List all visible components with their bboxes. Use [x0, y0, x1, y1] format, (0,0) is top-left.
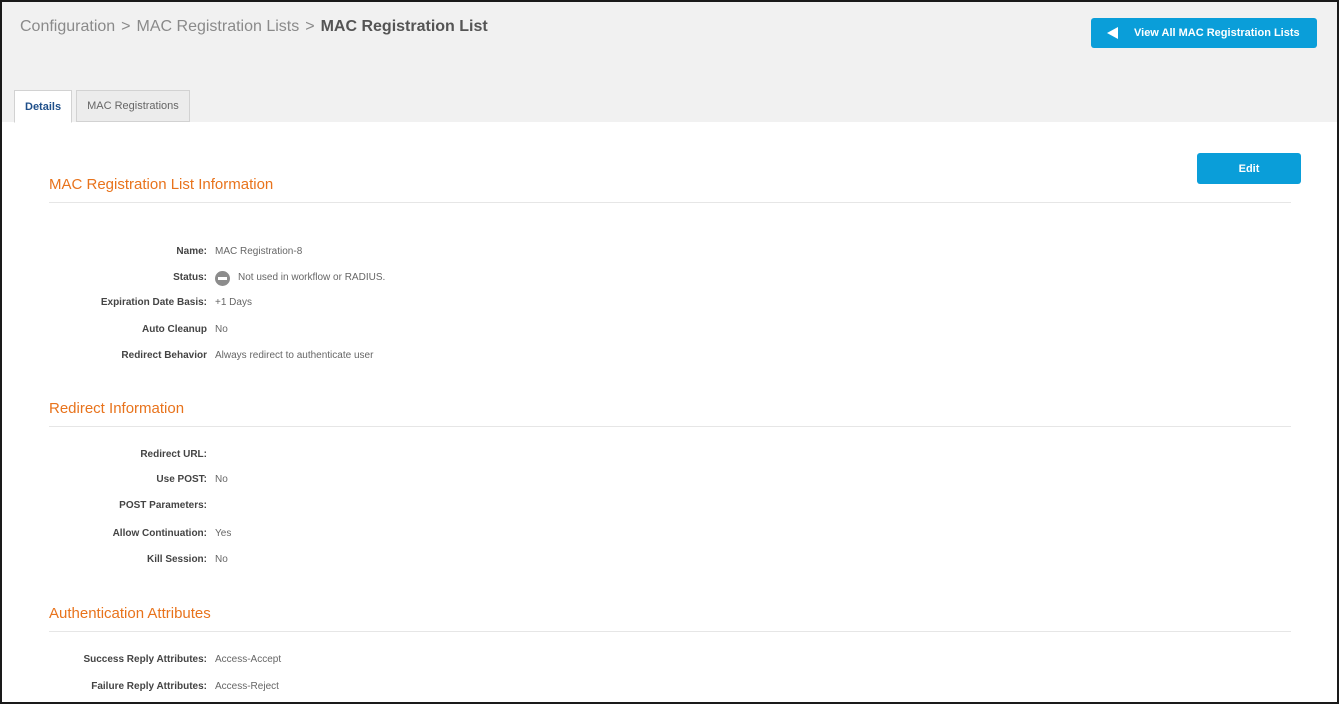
tab-bar: Details MAC Registrations — [14, 90, 194, 123]
field-value: MAC Registration-8 — [215, 246, 303, 257]
field-value: Yes — [215, 528, 232, 539]
field-row-auto-cleanup: Auto Cleanup No — [2, 322, 702, 338]
field-label: Expiration Date Basis: — [100, 297, 207, 308]
field-value: Access-Accept — [215, 654, 282, 665]
field-row-kill-session: Kill Session: No — [2, 552, 702, 568]
section-divider — [49, 631, 1291, 632]
breadcrumb-current: MAC Registration List — [320, 18, 488, 35]
view-all-mac-registration-lists-button[interactable]: View All MAC Registration Lists — [1091, 18, 1317, 48]
field-row-name: Name: MAC Registration-8 — [2, 244, 702, 260]
field-label: Status: — [173, 272, 207, 283]
field-label: Redirect URL: — [140, 449, 207, 460]
field-row-post-parameters: POST Parameters: — [2, 498, 702, 514]
arrow-left-icon — [1107, 27, 1118, 39]
section-title-authentication-attributes: Authentication Attributes — [49, 605, 211, 622]
field-value: No — [215, 474, 228, 485]
field-value: Always redirect to authenticate user — [215, 350, 374, 361]
field-label: Auto Cleanup — [142, 324, 207, 335]
field-row-status: Status: Not used in workflow or RADIUS. — [2, 270, 702, 286]
field-label: Kill Session: — [146, 554, 207, 565]
page-header: Configuration > MAC Registration Lists > MAC… — [2, 2, 1337, 123]
field-row-expiration-date-basis: Expiration Date Basis: +1 Days — [2, 295, 702, 311]
field-row-redirect-behavior: Redirect Behavior Always redirect to aut… — [2, 348, 702, 364]
field-label: Name: — [176, 246, 207, 257]
status-text: Not used in workflow or RADIUS. — [238, 272, 386, 283]
field-value-status: Not used in workflow or RADIUS. — [215, 270, 385, 286]
field-row-success-reply-attributes: Success Reply Attributes: Access-Accept — [2, 652, 702, 668]
field-label: Success Reply Attributes: — [83, 654, 207, 665]
app-frame: Configuration > MAC Registration Lists > MAC… — [0, 0, 1339, 704]
field-row-failure-reply-attributes: Failure Reply Attributes: Access-Reject — [2, 679, 702, 695]
view-all-button-label: View All MAC Registration Lists — [1134, 27, 1300, 39]
field-label: Use POST: — [156, 474, 207, 485]
breadcrumb: Configuration > MAC Registration Lists > MAC… — [20, 18, 488, 36]
minus-circle-icon — [215, 270, 230, 286]
breadcrumb-item-mac-registration-lists[interactable]: MAC Registration Lists — [137, 18, 300, 35]
section-divider — [49, 202, 1291, 203]
tab-details[interactable]: Details — [14, 90, 73, 123]
field-row-use-post: Use POST: No — [2, 472, 702, 488]
field-label: Redirect Behavior — [121, 350, 207, 361]
field-value: No — [215, 324, 228, 335]
section-title-list-information: MAC Registration List Information — [49, 176, 274, 193]
field-label: Allow Continuation: — [112, 528, 207, 539]
field-row-redirect-url: Redirect URL: — [2, 447, 702, 463]
breadcrumb-separator: > — [305, 18, 315, 35]
section-divider — [49, 426, 1291, 427]
field-value: No — [215, 554, 228, 565]
field-value: +1 Days — [215, 297, 252, 308]
field-value: Access-Reject — [215, 681, 279, 692]
breadcrumb-separator: > — [121, 18, 131, 35]
field-label: Failure Reply Attributes: — [91, 681, 207, 692]
field-row-allow-continuation: Allow Continuation: Yes — [2, 526, 702, 542]
field-label: POST Parameters: — [119, 500, 207, 511]
breadcrumb-item-configuration[interactable]: Configuration — [20, 18, 115, 35]
edit-button[interactable]: Edit — [1197, 153, 1301, 184]
tab-mac-registrations[interactable]: MAC Registrations — [76, 90, 190, 122]
section-title-redirect-information: Redirect Information — [49, 400, 185, 417]
